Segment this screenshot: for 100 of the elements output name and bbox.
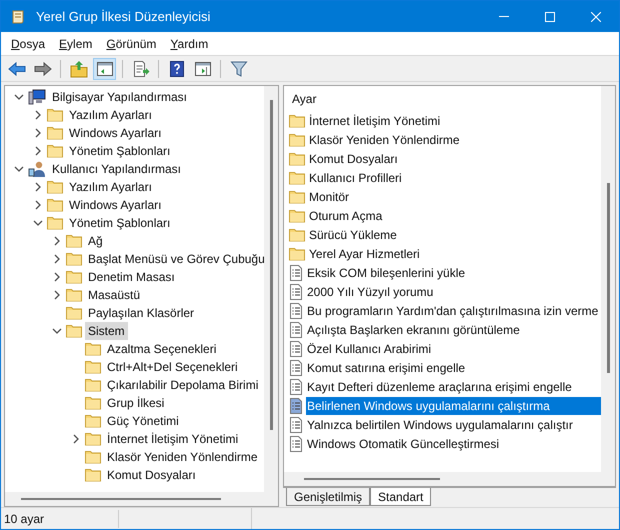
list-item[interactable]: Özel Kullanıcı Arabirimi bbox=[306, 340, 601, 358]
minimize-icon bbox=[499, 16, 509, 17]
filter-icon bbox=[230, 60, 248, 78]
close-icon bbox=[591, 12, 601, 22]
folder-icon bbox=[66, 324, 82, 338]
tree-item[interactable]: Sistem bbox=[85, 322, 128, 340]
document-icon bbox=[289, 398, 303, 414]
document-icon bbox=[289, 302, 303, 318]
document-icon bbox=[289, 360, 303, 376]
list-item[interactable]: Windows Otomatik Güncelleştirmesi bbox=[306, 434, 601, 452]
tree-item[interactable]: Yazılım Ayarları bbox=[66, 106, 155, 124]
export-list-icon bbox=[132, 60, 150, 78]
tab[interactable]: Standart bbox=[370, 488, 432, 506]
toolbar-button[interactable] bbox=[93, 58, 116, 80]
folder-icon bbox=[66, 234, 82, 248]
column-header[interactable]: Ayar bbox=[284, 86, 601, 108]
list-item[interactable]: Açılışta Başlarken ekranını görüntüleme bbox=[306, 320, 601, 338]
list-item[interactable]: İnternet İletişim Yönetimi bbox=[308, 112, 601, 130]
folder-icon bbox=[289, 246, 305, 260]
folder-icon bbox=[47, 108, 63, 122]
list-item[interactable]: Eksik COM bileşenlerini yükle bbox=[306, 264, 601, 282]
list-item[interactable]: 2000 Yılı Yüzyıl yorumu bbox=[306, 282, 601, 300]
horizontal-scrollbar[interactable] bbox=[284, 472, 615, 486]
folder-icon bbox=[85, 378, 101, 392]
tree-item[interactable]: Masaüstü bbox=[85, 286, 144, 304]
menu-item[interactable]: Dosya bbox=[5, 34, 52, 54]
folder-icon bbox=[85, 342, 101, 356]
tree-item[interactable]: Güç Yönetimi bbox=[104, 412, 182, 430]
folder-icon bbox=[289, 208, 305, 222]
tree-item[interactable]: Paylaşılan Klasörler bbox=[85, 304, 198, 322]
document-icon bbox=[289, 416, 303, 432]
collapse-chevron-icon[interactable] bbox=[33, 218, 43, 228]
window-title: Yerel Grup İlkesi Düzenleyicisi bbox=[36, 8, 210, 26]
tree-item[interactable]: Yönetim Şablonları bbox=[66, 214, 174, 232]
tree-item[interactable]: Denetim Masası bbox=[85, 268, 178, 286]
tab[interactable]: Genişletilmiş bbox=[286, 488, 370, 506]
folder-icon bbox=[289, 114, 305, 128]
tree-item[interactable]: Windows Ayarları bbox=[66, 124, 164, 142]
panel-icon bbox=[194, 60, 212, 78]
tree-item[interactable]: İnternet İletişim Yönetimi bbox=[104, 430, 242, 448]
list-item[interactable]: Yerel Ayar Hizmetleri bbox=[308, 244, 601, 262]
tree-item[interactable]: Başlat Menüsü ve Görev Çubuğu bbox=[85, 250, 264, 268]
list-item[interactable]: Kullanıcı Profilleri bbox=[308, 168, 601, 186]
tree-item[interactable]: Ağ bbox=[85, 232, 106, 250]
folder-icon bbox=[47, 144, 63, 158]
user-icon bbox=[28, 161, 46, 177]
scroll-icon bbox=[10, 8, 26, 24]
list-item[interactable]: Komut satırına erişimi engelle bbox=[306, 358, 601, 376]
folder-icon bbox=[289, 152, 305, 166]
list-item[interactable]: Yalnızca belirtilen Windows uygulamalarını çalıştır bbox=[306, 416, 601, 434]
document-icon bbox=[289, 284, 303, 300]
folder-icon bbox=[85, 450, 101, 464]
list-item[interactable]: Monitör bbox=[308, 188, 601, 206]
document-icon bbox=[289, 322, 303, 338]
folder-icon bbox=[85, 432, 101, 446]
list-item[interactable]: Sürücü Yükleme bbox=[308, 226, 601, 244]
folder-icon bbox=[85, 396, 101, 410]
collapse-chevron-icon[interactable] bbox=[14, 92, 24, 102]
folder-icon bbox=[289, 190, 305, 204]
vertical-scrollbar[interactable] bbox=[601, 86, 615, 472]
menu-item[interactable]: Eylem bbox=[53, 34, 98, 54]
expand-chevron-icon[interactable] bbox=[71, 434, 81, 444]
tree-item[interactable]: Yazılım Ayarları bbox=[66, 178, 155, 196]
tree-item[interactable]: Bilgisayar Yapılandırması bbox=[49, 88, 190, 106]
vertical-scrollbar[interactable] bbox=[264, 86, 278, 492]
menu-item[interactable]: Görünüm bbox=[100, 34, 162, 54]
tree-item[interactable]: Ctrl+Alt+Del Seçenekleri bbox=[104, 358, 241, 376]
tree-item[interactable]: Komut Dosyaları bbox=[104, 466, 199, 484]
tree-item[interactable]: Klasör Yeniden Yönlendirme bbox=[104, 448, 261, 466]
document-icon bbox=[289, 378, 303, 394]
list-item[interactable]: Kayıt Defteri düzenleme araçlarına erişimi engelle bbox=[306, 378, 601, 396]
tree-item[interactable]: Azaltma Seçenekleri bbox=[104, 340, 220, 358]
status-text: 10 ayar bbox=[1, 510, 119, 528]
list-item[interactable]: Oturum Açma bbox=[308, 206, 601, 224]
folder-up-icon bbox=[70, 60, 88, 78]
tree-item[interactable]: Çıkarılabilir Depolama Birimi bbox=[104, 376, 262, 394]
folder-icon bbox=[85, 468, 101, 482]
folder-icon bbox=[47, 198, 63, 212]
folder-icon bbox=[47, 216, 63, 230]
maximize-icon bbox=[545, 12, 555, 22]
list-item[interactable]: Belirlenen Windows uygulamalarını çalıştırma bbox=[306, 396, 601, 414]
list-item[interactable]: Bu programların Yardım'dan çalıştırılmasına izin verme bbox=[306, 302, 601, 320]
horizontal-scrollbar[interactable] bbox=[5, 492, 278, 506]
folder-icon bbox=[66, 288, 82, 302]
folder-icon bbox=[47, 126, 63, 140]
tree-item[interactable]: Kullanıcı Yapılandırması bbox=[49, 160, 184, 178]
menu-item[interactable]: Yardım bbox=[164, 34, 214, 54]
back-arrow-icon bbox=[8, 60, 26, 78]
computer-icon bbox=[28, 89, 46, 105]
list-item[interactable]: Komut Dosyaları bbox=[308, 150, 601, 168]
collapse-chevron-icon[interactable] bbox=[14, 164, 24, 174]
list-item[interactable]: Klasör Yeniden Yönlendirme bbox=[308, 130, 601, 148]
folder-icon bbox=[66, 252, 82, 266]
collapse-chevron-icon[interactable] bbox=[52, 326, 62, 336]
tree-item[interactable]: Grup İlkesi bbox=[104, 394, 168, 412]
document-icon bbox=[289, 436, 303, 452]
folder-icon bbox=[85, 414, 101, 428]
tree-item[interactable]: Yönetim Şablonları bbox=[66, 142, 174, 160]
tree-item[interactable]: Windows Ayarları bbox=[66, 196, 164, 214]
help-icon bbox=[168, 60, 186, 78]
